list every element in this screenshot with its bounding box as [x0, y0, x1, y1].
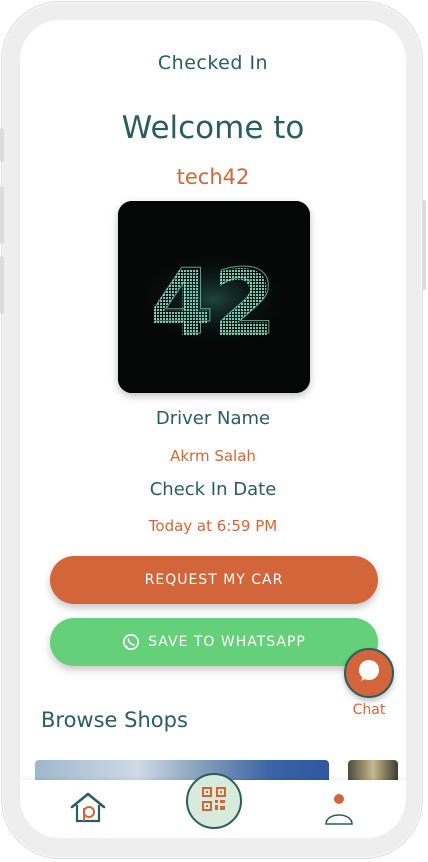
driver-name-label: Driver Name [155, 408, 271, 429]
whatsapp-icon [122, 633, 140, 651]
qr-code-icon [202, 787, 226, 815]
phone-side-button [0, 128, 4, 162]
phone-side-button [0, 256, 4, 314]
save-to-whatsapp-button[interactable]: SAVE TO WHATSAPP [50, 618, 378, 666]
home-icon[interactable] [68, 790, 108, 826]
checkin-status: Checked In [157, 52, 269, 74]
phone-side-button [0, 186, 4, 244]
checkin-date-value: Today at 6:59 PM [148, 517, 278, 535]
qr-code-button[interactable] [186, 773, 242, 829]
welcome-title: Welcome to [121, 110, 305, 146]
browse-shops-heading: Browse Shops [41, 708, 188, 732]
tech42-logo: 42 42 [118, 201, 310, 393]
save-to-whatsapp-label: SAVE TO WHATSAPP [148, 634, 306, 650]
venue-name: tech42 [176, 165, 250, 189]
profile-icon[interactable] [323, 790, 355, 828]
driver-name-value: Akrm Salah [170, 447, 256, 465]
checkin-date-label: Check In Date [149, 479, 277, 500]
logo-text-outline: 42 [151, 250, 276, 355]
phone-side-button [422, 200, 426, 290]
chat-button[interactable] [344, 648, 394, 698]
chat-bubble-icon [355, 657, 383, 689]
app-screen: Checked In Welcome to tech42 42 42 Drive… [20, 20, 406, 838]
request-car-label: REQUEST MY CAR [144, 572, 284, 588]
chat-label[interactable]: Chat [334, 702, 404, 718]
request-car-button[interactable]: REQUEST MY CAR [50, 556, 378, 604]
